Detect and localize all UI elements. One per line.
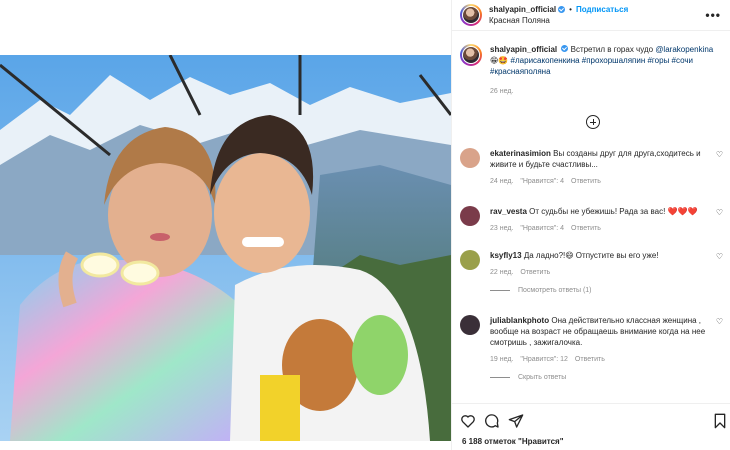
author-username[interactable]: shalyapin_official <box>489 5 556 14</box>
comment-item: rav_vesta От судьбы не убежишь! Рада за … <box>460 206 725 232</box>
view-replies-button[interactable]: Посмотреть ответы (1) <box>490 287 725 294</box>
commenter-username[interactable]: rav_vesta <box>490 207 527 216</box>
post-actions <box>460 413 728 431</box>
post-header: shalyapin_official • Подписаться Красная… <box>452 0 730 30</box>
hide-replies-label: Скрыть ответы <box>518 374 567 381</box>
comment-icon[interactable] <box>484 413 500 429</box>
post-details-panel: shalyapin_official • Подписаться Красная… <box>451 0 730 450</box>
caption-avatar[interactable] <box>460 44 482 66</box>
heart-icon[interactable]: ♡ <box>716 150 723 159</box>
heart-icon[interactable]: ♡ <box>716 208 723 217</box>
comment-item: juliablankphoto Она действительно классн… <box>460 315 725 381</box>
commenter-avatar[interactable] <box>460 315 480 335</box>
heart-icon[interactable]: ♡ <box>716 252 723 261</box>
comment-likes[interactable]: "Нравится": 12 <box>520 356 568 363</box>
author-avatar[interactable] <box>460 4 482 26</box>
reply-button[interactable]: Ответить <box>571 225 601 232</box>
comment-time[interactable]: 24 нед. <box>490 178 513 185</box>
replies-line <box>490 377 510 378</box>
comment-item: ekaterinasimion Вы созданы друг для друг… <box>460 148 725 185</box>
post-media-panel <box>0 0 451 450</box>
commenter-username[interactable]: ekaterinasimion <box>490 149 551 158</box>
post-caption: shalyapin_official Встретил в горах чудо… <box>460 44 722 95</box>
share-icon[interactable] <box>508 413 524 429</box>
verified-icon <box>558 6 566 13</box>
save-icon[interactable] <box>712 413 728 429</box>
caption-hashtags[interactable]: #ларисакопенкина #прохоршаляпин #горы #с… <box>490 56 693 76</box>
separator-dot: • <box>569 4 572 14</box>
comment-time[interactable]: 22 нед. <box>490 269 513 276</box>
commenter-avatar[interactable] <box>460 250 480 270</box>
heart-icon[interactable] <box>460 413 476 429</box>
caption-emoji: 😁🤩 <box>490 56 509 65</box>
caption-text: Встретил в горах чудо <box>570 45 654 54</box>
reply-button[interactable]: Ответить <box>520 269 550 276</box>
caption-username[interactable]: shalyapin_official <box>490 45 557 54</box>
view-replies-label: Посмотреть ответы (1) <box>518 287 592 294</box>
photo-illustration <box>0 55 451 441</box>
heart-icon[interactable]: ♡ <box>716 317 723 326</box>
verified-icon <box>561 45 569 52</box>
comment-time[interactable]: 19 нед. <box>490 356 513 363</box>
comment-item: ksyfly13 Да ладно?!😄 Отпустите вы его уж… <box>460 250 725 294</box>
post-location[interactable]: Красная Поляна <box>489 16 628 25</box>
follow-button[interactable]: Подписаться <box>576 5 628 14</box>
commenter-avatar[interactable] <box>460 148 480 168</box>
comment-text: Да ладно?!😄 Отпустите вы его уже! <box>523 251 659 260</box>
post-photo[interactable] <box>0 55 451 441</box>
add-comment-icon[interactable] <box>586 115 600 129</box>
comment-time[interactable]: 23 нед. <box>490 225 513 232</box>
caption-time[interactable]: 26 нед. <box>490 88 722 95</box>
divider <box>452 30 730 31</box>
likes-count[interactable]: 6 188 отметок "Нравится" <box>462 437 564 446</box>
commenter-username[interactable]: juliablankphoto <box>490 316 549 325</box>
caption-mention[interactable]: @larakopenkina <box>655 45 713 54</box>
divider <box>452 403 730 404</box>
reply-button[interactable]: Ответить <box>571 178 601 185</box>
likes-count-label: 6 188 отметок "Нравится" <box>462 437 564 446</box>
replies-line <box>490 290 510 291</box>
comment-likes[interactable]: "Нравится": 4 <box>520 178 564 185</box>
hide-replies-button[interactable]: Скрыть ответы <box>490 374 725 381</box>
more-icon[interactable]: ••• <box>705 8 721 22</box>
commenter-username[interactable]: ksyfly13 <box>490 251 522 260</box>
comment-text: От судьбы не убежишь! Рада за вас! ❤️❤️❤… <box>529 207 698 216</box>
commenter-avatar[interactable] <box>460 206 480 226</box>
comment-likes[interactable]: "Нравится": 4 <box>520 225 564 232</box>
reply-button[interactable]: Ответить <box>575 356 605 363</box>
